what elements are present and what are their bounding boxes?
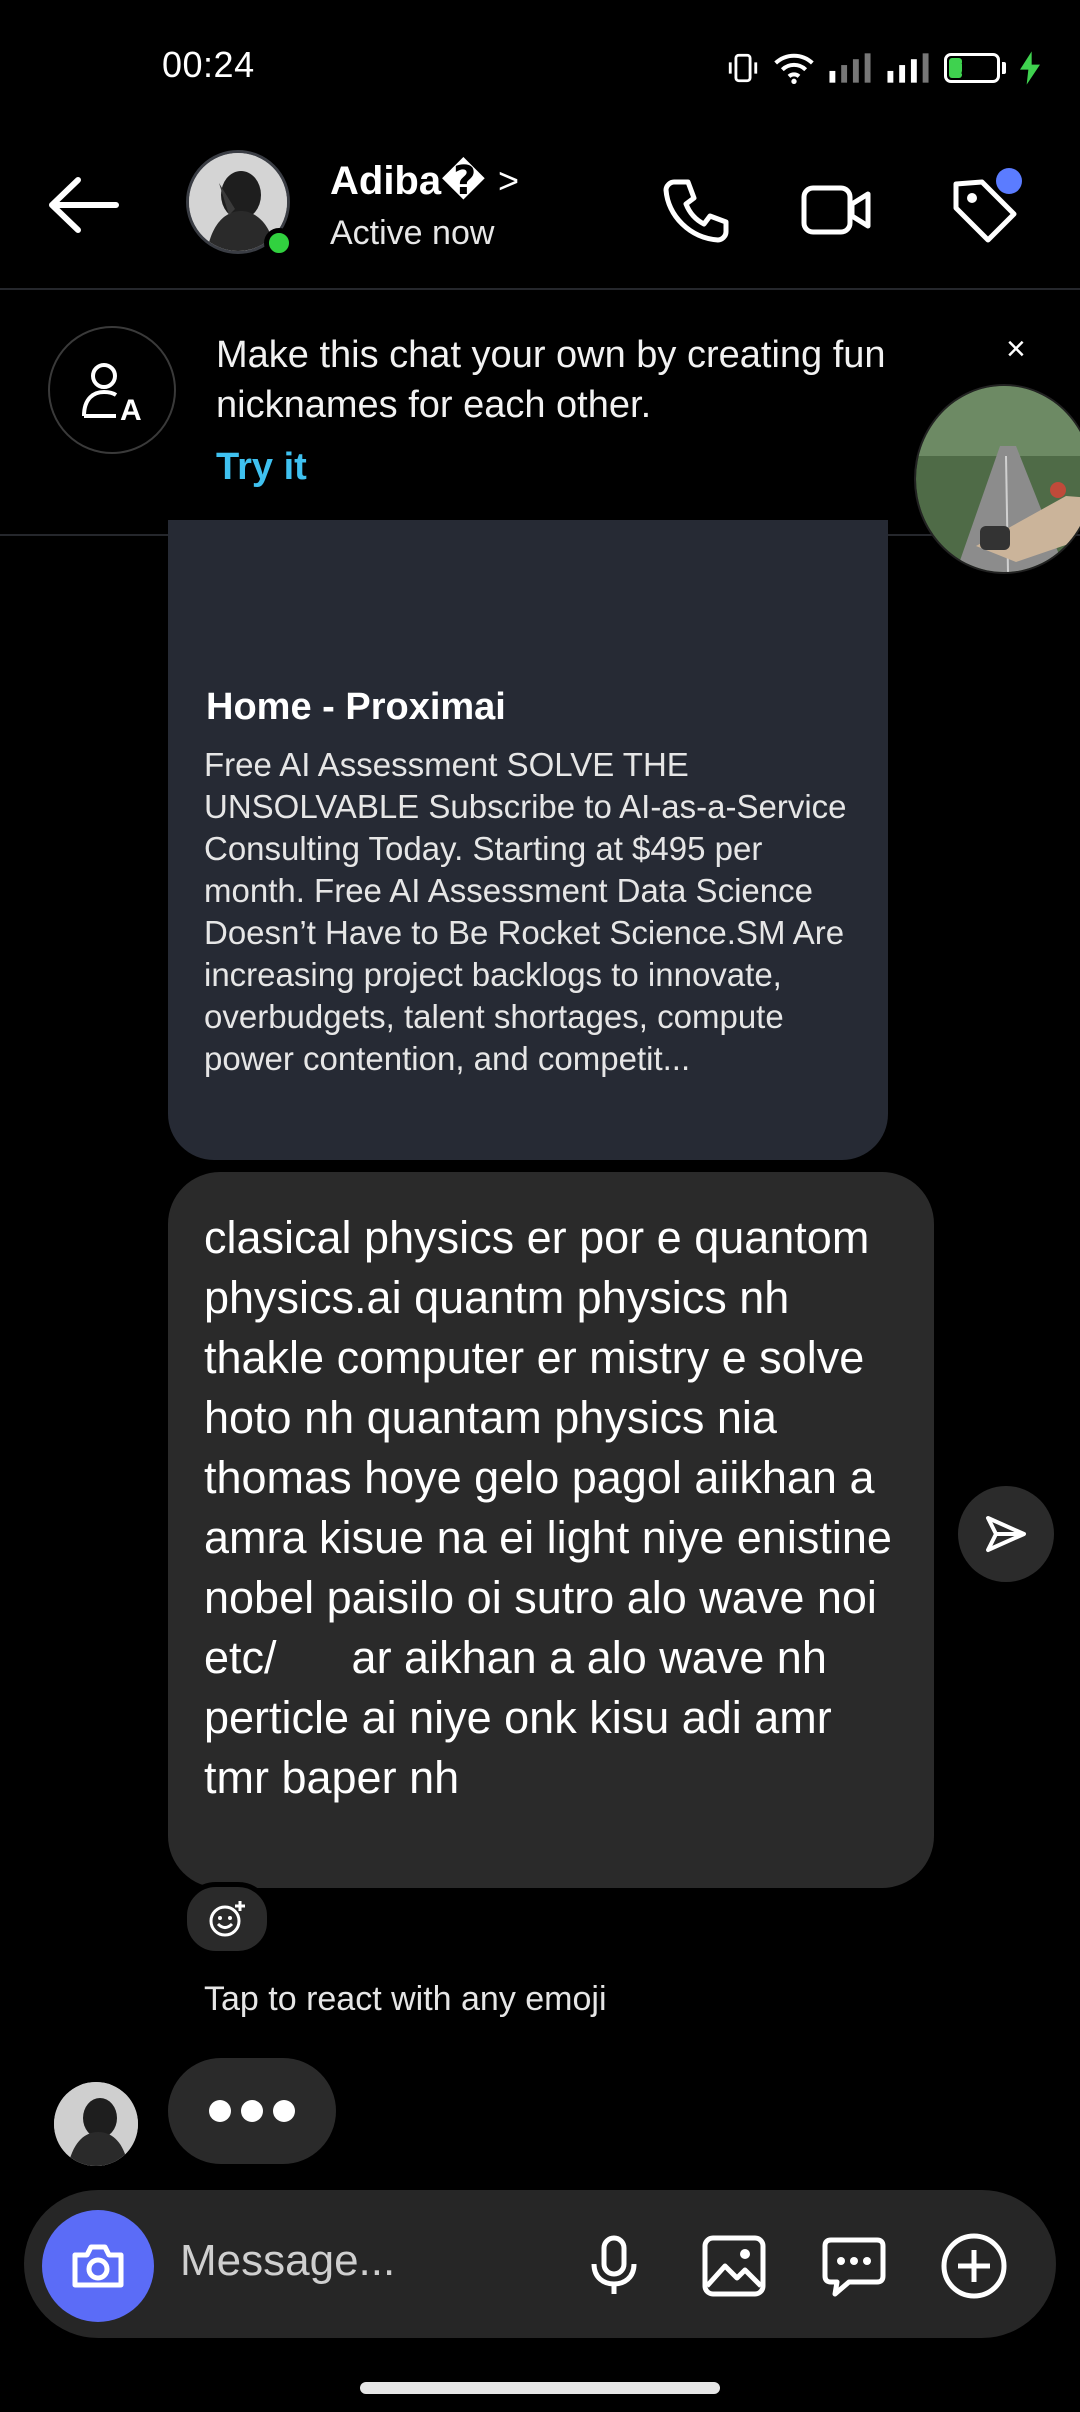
avatar-photo-small: [54, 2082, 138, 2166]
svg-text:A: A: [120, 394, 142, 426]
wifi-icon: [774, 53, 814, 84]
battery-level: 29: [960, 56, 984, 79]
gallery-button[interactable]: [694, 2226, 774, 2306]
gallery-icon: [702, 2235, 766, 2297]
vibrate-icon: [728, 53, 758, 83]
share-button[interactable]: [958, 1486, 1054, 1582]
nickname-banner-text: Make this chat your own by creating fun …: [216, 334, 886, 426]
notification-dot: [996, 168, 1022, 194]
camera-button[interactable]: [42, 2210, 154, 2322]
video-camera-icon[interactable]: [796, 170, 876, 250]
try-it-link[interactable]: Try it: [216, 446, 307, 489]
microphone-button[interactable]: [574, 2226, 654, 2306]
nickname-icon: A: [48, 326, 176, 454]
camera-icon: [72, 2244, 124, 2288]
online-status-dot: [264, 228, 294, 258]
floating-video-preview[interactable]: [914, 384, 1080, 574]
share-icon: [986, 1516, 1026, 1552]
link-preview-description: Free AI Assessment SOLVE THE UNSOLVABLE …: [204, 746, 847, 1077]
plus-button[interactable]: [934, 2226, 1014, 2306]
battery-cap: [1002, 62, 1006, 74]
back-arrow-icon[interactable]: [44, 170, 124, 240]
typing-dot: [209, 2100, 231, 2122]
reaction-hint: Tap to react with any emoji: [204, 1980, 607, 2018]
message-input[interactable]: [180, 2236, 580, 2286]
signal-icon-2: [887, 53, 929, 83]
add-reaction-icon: [209, 1901, 245, 1937]
tag-button[interactable]: [944, 168, 1024, 250]
phone-icon[interactable]: [656, 170, 736, 250]
contact-avatar-small[interactable]: [54, 2082, 138, 2166]
video-preview-image: [916, 386, 1080, 572]
signal-icon-1: [829, 53, 871, 83]
link-preview-title: Home - Proximai: [206, 686, 506, 728]
header-divider: [0, 288, 1080, 290]
sticker-chat-icon: [822, 2237, 886, 2297]
home-indicator[interactable]: [360, 2382, 720, 2394]
battery-indicator: 29: [944, 53, 1000, 83]
chevron-right-icon[interactable]: >: [498, 160, 519, 202]
contact-status: Active now: [330, 214, 495, 252]
close-icon[interactable]: ×: [1006, 330, 1026, 369]
contact-avatar[interactable]: [186, 150, 296, 260]
microphone-icon: [591, 2235, 637, 2294]
status-icons: 29: [726, 48, 1040, 88]
contact-name[interactable]: Adiba�: [330, 158, 486, 204]
typing-indicator: [168, 2058, 336, 2164]
add-reaction-button[interactable]: [182, 1882, 272, 1956]
charging-icon: [1020, 51, 1040, 85]
typing-dot: [273, 2100, 295, 2122]
status-time: 00:24: [162, 44, 255, 85]
plus-icon: [941, 2233, 1007, 2299]
message-bubble[interactable]: clasical physics er por e quantom physic…: [168, 1172, 934, 1888]
typing-dot: [241, 2100, 263, 2122]
sticker-chat-button[interactable]: [814, 2226, 894, 2306]
